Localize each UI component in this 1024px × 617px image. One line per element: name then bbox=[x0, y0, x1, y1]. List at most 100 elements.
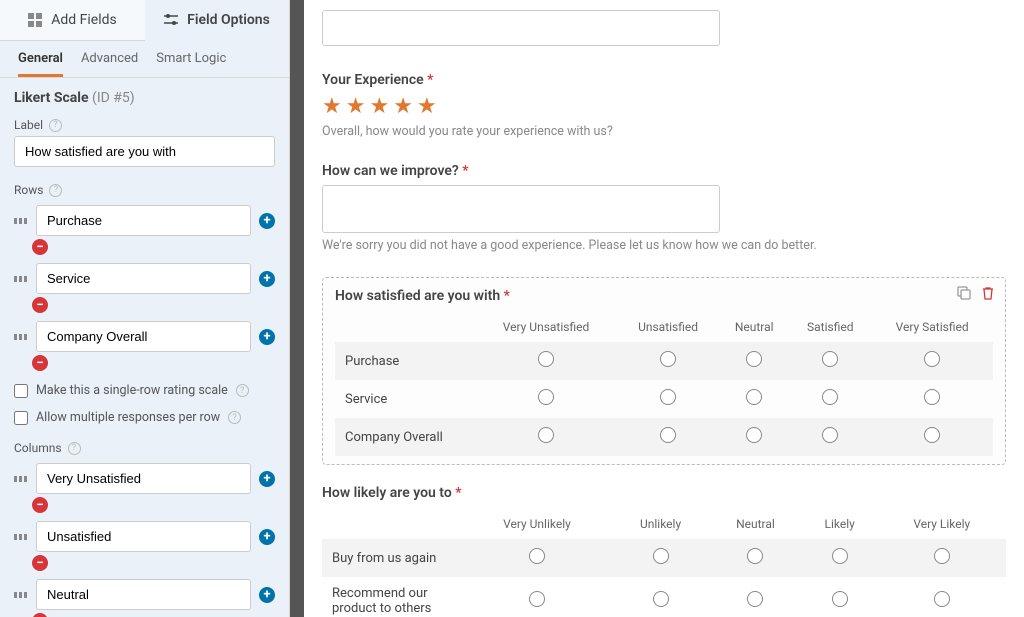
likert-radio[interactable] bbox=[660, 351, 676, 367]
likert-column-header: Very Unsatisfied bbox=[475, 312, 617, 342]
likert-radio[interactable] bbox=[746, 389, 762, 405]
likert-row: Buy from us again bbox=[322, 539, 1006, 577]
drag-handle-icon[interactable] bbox=[14, 476, 28, 482]
single-row-checkbox[interactable] bbox=[14, 384, 28, 398]
likert-row: Service bbox=[335, 380, 993, 418]
likert-radio[interactable] bbox=[832, 548, 848, 564]
add-item-button[interactable]: + bbox=[259, 587, 275, 603]
label-input[interactable] bbox=[14, 136, 275, 167]
tab-field-options-label: Field Options bbox=[187, 12, 270, 28]
add-item-button[interactable]: + bbox=[259, 529, 275, 545]
field-id: (ID #5) bbox=[92, 90, 135, 106]
remove-item-button[interactable]: − bbox=[32, 355, 48, 371]
likert-radio[interactable] bbox=[832, 591, 848, 607]
remove-item-button[interactable]: − bbox=[32, 239, 48, 255]
add-item-button[interactable]: + bbox=[259, 471, 275, 487]
list-item: + bbox=[14, 463, 275, 494]
likert-radio[interactable] bbox=[822, 351, 838, 367]
likert-radio[interactable] bbox=[934, 591, 950, 607]
generic-text-input[interactable] bbox=[322, 10, 720, 46]
add-item-button[interactable]: + bbox=[259, 213, 275, 229]
remove-item-button[interactable]: − bbox=[32, 297, 48, 313]
help-icon[interactable]: ? bbox=[228, 411, 241, 424]
tab-add-fields[interactable]: Add Fields bbox=[0, 0, 145, 41]
subtab-general[interactable]: General bbox=[18, 51, 63, 77]
sub-tabs: General Advanced Smart Logic bbox=[0, 41, 289, 78]
likert-field-selected[interactable]: How satisfied are you with * Very Unsati… bbox=[322, 277, 1006, 465]
subtab-advanced[interactable]: Advanced bbox=[81, 51, 138, 77]
options-panel: Likert Scale (ID #5) Label ? Rows ? +−+−… bbox=[0, 78, 289, 617]
likert-radio[interactable] bbox=[660, 389, 676, 405]
drag-handle-icon[interactable] bbox=[14, 276, 28, 282]
item-input[interactable] bbox=[36, 263, 251, 294]
improve-label: How can we improve? * bbox=[322, 163, 1006, 179]
duplicate-icon[interactable] bbox=[957, 286, 971, 304]
drag-handle-icon[interactable] bbox=[14, 592, 28, 598]
star-icon[interactable]: ★ bbox=[369, 94, 389, 119]
list-item: + bbox=[14, 205, 275, 236]
item-input[interactable] bbox=[36, 521, 251, 552]
item-input[interactable] bbox=[36, 463, 251, 494]
item-input[interactable] bbox=[36, 321, 251, 352]
drag-handle-icon[interactable] bbox=[14, 218, 28, 224]
drag-handle-icon[interactable] bbox=[14, 334, 28, 340]
likert-radio[interactable] bbox=[538, 389, 554, 405]
help-icon[interactable]: ? bbox=[236, 384, 249, 397]
likert-radio[interactable] bbox=[746, 427, 762, 443]
experience-label: Your Experience * bbox=[322, 72, 1006, 88]
item-input[interactable] bbox=[36, 579, 251, 610]
likert-radio[interactable] bbox=[924, 389, 940, 405]
likert-radio[interactable] bbox=[822, 427, 838, 443]
likert-radio[interactable] bbox=[746, 351, 762, 367]
likert-radio[interactable] bbox=[924, 351, 940, 367]
multiple-label: Allow multiple responses per row bbox=[36, 410, 220, 425]
multiple-checkbox[interactable] bbox=[14, 411, 28, 425]
likert-row-label: Recommend our product to others bbox=[322, 577, 462, 617]
likert-radio[interactable] bbox=[538, 351, 554, 367]
tab-field-options[interactable]: Field Options bbox=[145, 0, 290, 41]
add-item-button[interactable]: + bbox=[259, 271, 275, 287]
checkbox-single-row: Make this a single-row rating scale ? bbox=[14, 383, 275, 398]
star-icon[interactable]: ★ bbox=[346, 94, 366, 119]
likert-column-header: Likely bbox=[802, 509, 878, 539]
list-item: + bbox=[14, 263, 275, 294]
likert-radio[interactable] bbox=[653, 548, 669, 564]
star-icon[interactable]: ★ bbox=[393, 94, 413, 119]
add-item-button[interactable]: + bbox=[259, 329, 275, 345]
list-item: + bbox=[14, 321, 275, 352]
help-icon[interactable]: ? bbox=[49, 119, 62, 132]
likert-radio[interactable] bbox=[538, 427, 554, 443]
likert-radio[interactable] bbox=[653, 591, 669, 607]
star-icon[interactable]: ★ bbox=[417, 94, 437, 119]
item-input[interactable] bbox=[36, 205, 251, 236]
star-rating[interactable]: ★ ★ ★ ★ ★ bbox=[322, 94, 1006, 119]
likert-row: Recommend our product to others bbox=[322, 577, 1006, 617]
drag-handle-icon[interactable] bbox=[14, 534, 28, 540]
likert-row-label: Company Overall bbox=[335, 418, 475, 456]
list-item: + bbox=[14, 521, 275, 552]
single-row-label: Make this a single-row rating scale bbox=[36, 383, 228, 398]
likert-radio[interactable] bbox=[660, 427, 676, 443]
remove-item-button[interactable]: − bbox=[32, 555, 48, 571]
likert-row: Purchase bbox=[335, 342, 993, 380]
likert-radio[interactable] bbox=[747, 548, 763, 564]
likert-field-2[interactable]: How likely are you to * Very UnlikelyUnl… bbox=[322, 485, 1006, 617]
likert-radio[interactable] bbox=[822, 389, 838, 405]
help-icon[interactable]: ? bbox=[68, 442, 81, 455]
improve-textarea[interactable] bbox=[322, 185, 720, 233]
likert-radio[interactable] bbox=[934, 548, 950, 564]
delete-icon[interactable] bbox=[981, 286, 995, 304]
likert-radio[interactable] bbox=[747, 591, 763, 607]
sidebar-panel: Add Fields Field Options General Advance… bbox=[0, 0, 290, 617]
remove-item-button[interactable]: − bbox=[32, 613, 48, 617]
likert-radio[interactable] bbox=[529, 548, 545, 564]
subtab-smart-logic[interactable]: Smart Logic bbox=[156, 51, 226, 77]
help-icon[interactable]: ? bbox=[49, 184, 62, 197]
likert-radio[interactable] bbox=[529, 591, 545, 607]
likert-column-header: Very Likely bbox=[878, 509, 1006, 539]
likert-row: Company Overall bbox=[335, 418, 993, 456]
star-icon[interactable]: ★ bbox=[322, 94, 342, 119]
checkbox-multiple: Allow multiple responses per row ? bbox=[14, 410, 275, 425]
remove-item-button[interactable]: − bbox=[32, 497, 48, 513]
likert-radio[interactable] bbox=[924, 427, 940, 443]
